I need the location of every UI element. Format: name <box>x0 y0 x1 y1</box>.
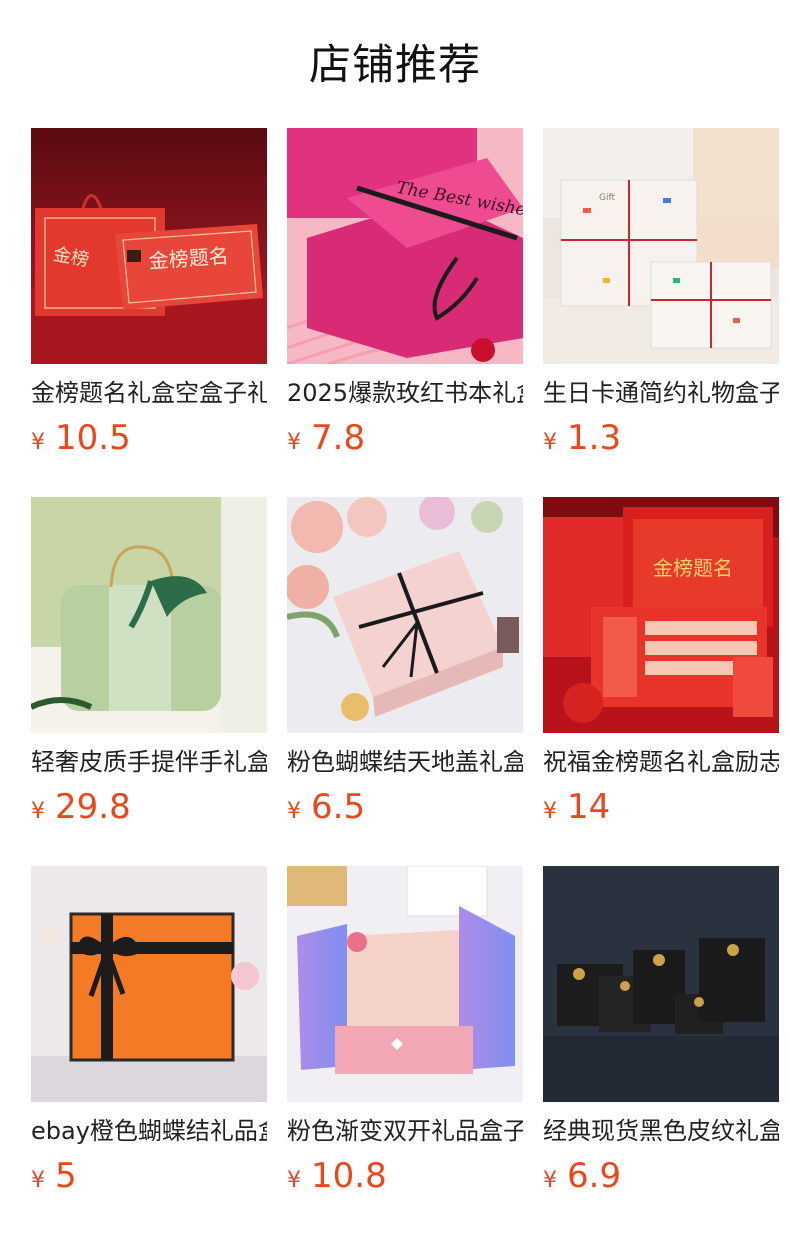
box-label: 金榜题名 <box>653 556 733 580</box>
product-title[interactable]: 经典现货黑色皮纹礼盒 <box>543 1114 779 1148</box>
product-card[interactable]: ebay橙色蝴蝶结礼品盒 ¥ 5 <box>31 866 267 1196</box>
product-image[interactable] <box>31 866 267 1102</box>
product-title[interactable]: 生日卡通简约礼物盒子 <box>543 376 779 410</box>
orange-bow-gift-box-image <box>31 866 267 1102</box>
product-card[interactable]: 粉色渐变双开礼品盒子 ¥ 10.8 <box>287 866 523 1196</box>
black-leather-gift-boxes-image <box>543 866 779 1102</box>
rose-red-book-gift-box-image: The Best wishes <box>287 128 523 364</box>
product-price: ¥ 14 <box>543 787 779 827</box>
product-image[interactable] <box>287 497 523 733</box>
product-grid: 金榜题名 金榜 金榜题名礼盒空盒子礼品盒 ¥ 10.5 The Best wi <box>0 0 790 1234</box>
currency-symbol: ¥ <box>31 1168 45 1193</box>
product-price: ¥ 1.3 <box>543 418 779 458</box>
gradient-double-open-gift-box-image <box>287 866 523 1102</box>
product-image[interactable] <box>287 866 523 1102</box>
cartoon-birthday-gift-box-image: Gift <box>543 128 779 364</box>
green-leather-handbag-gift-box-image <box>31 497 267 733</box>
product-card[interactable]: 金榜题名 祝福金榜题名礼盒励志 ¥ 14 <box>543 497 779 827</box>
product-price: ¥ 6.5 <box>287 787 523 827</box>
product-image[interactable]: 金榜题名 <box>543 497 779 733</box>
price-value: 1.3 <box>567 418 622 458</box>
product-price: ¥ 10.8 <box>287 1156 523 1196</box>
currency-symbol: ¥ <box>543 1168 557 1193</box>
product-image[interactable]: Gift <box>543 128 779 364</box>
product-card[interactable]: 经典现货黑色皮纹礼盒 ¥ 6.9 <box>543 866 779 1196</box>
price-value: 10.5 <box>55 418 131 458</box>
pink-bow-lid-gift-box-image <box>287 497 523 733</box>
product-image[interactable]: 金榜题名 金榜 <box>31 128 267 364</box>
product-price: ¥ 10.5 <box>31 418 267 458</box>
currency-symbol: ¥ <box>31 430 45 455</box>
currency-symbol: ¥ <box>287 430 301 455</box>
product-title[interactable]: 金榜题名礼盒空盒子礼品盒 <box>31 376 267 410</box>
product-image[interactable] <box>31 497 267 733</box>
price-value: 10.8 <box>311 1156 387 1196</box>
currency-symbol: ¥ <box>31 799 45 824</box>
product-title[interactable]: 祝福金榜题名礼盒励志 <box>543 745 779 779</box>
price-value: 14 <box>567 787 611 827</box>
product-image[interactable]: The Best wishes <box>287 128 523 364</box>
currency-symbol: ¥ <box>287 799 301 824</box>
price-value: 6.9 <box>567 1156 622 1196</box>
product-title[interactable]: 粉色渐变双开礼品盒子 <box>287 1114 523 1148</box>
product-price: ¥ 5 <box>31 1156 267 1196</box>
product-price: ¥ 6.9 <box>543 1156 779 1196</box>
product-card[interactable]: 粉色蝴蝶结天地盖礼盒 ¥ 6.5 <box>287 497 523 827</box>
price-value: 29.8 <box>55 787 131 827</box>
currency-symbol: ¥ <box>543 799 557 824</box>
product-price: ¥ 29.8 <box>31 787 267 827</box>
price-value: 5 <box>55 1156 77 1196</box>
product-title[interactable]: 粉色蝴蝶结天地盖礼盒 <box>287 745 523 779</box>
product-card[interactable]: Gift 生日卡通简约礼物盒子 ¥ 1.3 <box>543 128 779 458</box>
product-title[interactable]: ebay橙色蝴蝶结礼品盒 <box>31 1114 267 1148</box>
red-graduation-gift-box-image: 金榜题名 金榜 <box>31 128 267 364</box>
currency-symbol: ¥ <box>543 430 557 455</box>
red-blessing-graduation-set-image: 金榜题名 <box>543 497 779 733</box>
price-value: 7.8 <box>311 418 366 458</box>
price-value: 6.5 <box>311 787 366 827</box>
product-title[interactable]: 轻奢皮质手提伴手礼盒 <box>31 745 267 779</box>
product-price: ¥ 7.8 <box>287 418 523 458</box>
product-card[interactable]: The Best wishes 2025爆款玫红书本礼盒 ¥ 7.8 <box>287 128 523 458</box>
product-card[interactable]: 轻奢皮质手提伴手礼盒 ¥ 29.8 <box>31 497 267 827</box>
box-label: Gift <box>599 193 615 203</box>
currency-symbol: ¥ <box>287 1168 301 1193</box>
product-image[interactable] <box>543 866 779 1102</box>
product-title[interactable]: 2025爆款玫红书本礼盒 <box>287 376 523 410</box>
product-card[interactable]: 金榜题名 金榜 金榜题名礼盒空盒子礼品盒 ¥ 10.5 <box>31 128 267 458</box>
